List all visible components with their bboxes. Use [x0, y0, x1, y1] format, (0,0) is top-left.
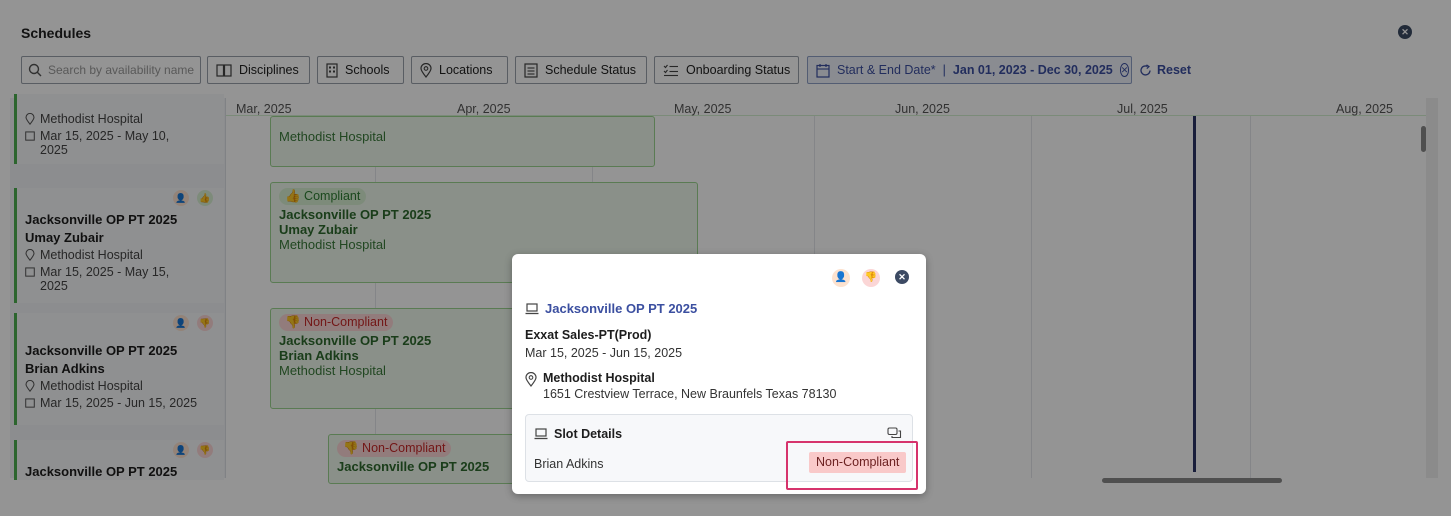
- highlight-box: [786, 441, 918, 490]
- slot-student-name: Brian Adkins: [534, 457, 604, 471]
- thumbs-down-icon: 👎: [862, 269, 880, 287]
- popover-title-link[interactable]: Jacksonville OP PT 2025: [525, 301, 697, 316]
- popover-org: Exxat Sales-PT(Prod): [525, 328, 652, 342]
- popover-close-icon[interactable]: ✕: [895, 270, 909, 284]
- location-pin-icon: [525, 372, 537, 387]
- popover-location-name: Methodist Hospital: [543, 371, 655, 385]
- popover-location: Methodist Hospital 1651 Crestview Terrac…: [525, 371, 836, 401]
- laptop-icon: [534, 428, 548, 440]
- app-frame: Schedules ✕ Search by availability name …: [0, 0, 1451, 516]
- slot-details-header: Slot Details: [554, 427, 623, 441]
- popover-title: Jacksonville OP PT 2025: [545, 301, 698, 316]
- popover-dates: Mar 15, 2025 - Jun 15, 2025: [525, 346, 683, 360]
- person-icon: 👤: [832, 269, 850, 287]
- laptop-icon: [525, 302, 539, 314]
- popover-address: 1651 Crestview Terrace, New Braunfels Te…: [543, 387, 837, 401]
- chat-icon[interactable]: [887, 427, 902, 440]
